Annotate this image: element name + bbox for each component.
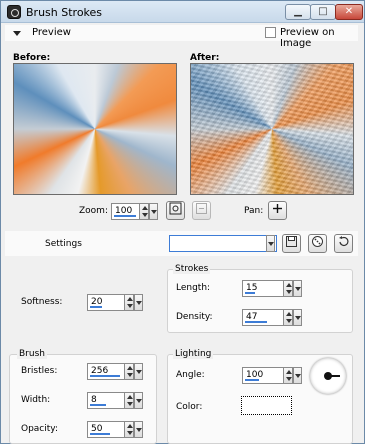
density-spin-arrows[interactable]: [283, 309, 293, 326]
density-label: Density:: [176, 312, 213, 322]
strokes-group-label: Strokes: [173, 264, 211, 274]
collapse-triangle-icon[interactable]: [13, 31, 21, 36]
angle-dial[interactable]: [310, 358, 346, 394]
settings-row: Settings: [5, 231, 358, 256]
angle-dropdown-arrow[interactable]: [293, 367, 302, 384]
opacity-slider-bar[interactable]: [90, 433, 110, 435]
settings-label: Settings: [45, 239, 82, 249]
width-label: Width:: [21, 395, 51, 405]
width-dropdown-arrow[interactable]: [134, 392, 143, 409]
zoom-dropdown-arrow[interactable]: [149, 203, 158, 220]
width-spin-arrows[interactable]: [124, 392, 134, 409]
before-preview-image[interactable]: [13, 63, 177, 195]
actual-size-button[interactable]: [192, 201, 211, 220]
opacity-input[interactable]: 50: [87, 421, 134, 438]
bristles-input[interactable]: 256: [87, 363, 134, 380]
softness-slider-bar[interactable]: [90, 306, 102, 308]
opacity-label: Opacity:: [21, 424, 58, 434]
title-bar: Brush Strokes ▁ □ ✕: [1, 1, 364, 23]
length-label: Length:: [176, 283, 211, 293]
zoom-to-fit-button[interactable]: [166, 201, 185, 220]
pan-label: Pan:: [244, 206, 264, 216]
length-input[interactable]: 15: [242, 280, 293, 297]
width-slider-bar[interactable]: [90, 404, 106, 406]
actual-size-icon: [196, 203, 207, 214]
width-input[interactable]: 8: [87, 392, 134, 409]
softness-spin-arrows[interactable]: [124, 294, 134, 311]
bristles-dropdown-arrow[interactable]: [134, 363, 143, 380]
softness-dropdown-arrow[interactable]: [134, 294, 143, 311]
minimize-button[interactable]: ▁: [285, 4, 311, 20]
zoom-label: Zoom:: [79, 206, 108, 216]
bristles-label: Bristles:: [21, 366, 58, 376]
length-dropdown-arrow[interactable]: [293, 280, 302, 297]
reset-icon: [339, 236, 349, 247]
angle-input[interactable]: 100: [242, 367, 293, 384]
lighting-group-label: Lighting: [173, 349, 214, 359]
window-title: Brush Strokes: [26, 6, 103, 19]
brush-strokes-dialog: Brush Strokes ▁ □ ✕ Preview Preview on I…: [0, 0, 365, 444]
zoom-spin-arrows[interactable]: [139, 203, 149, 220]
zoom-slider-bar[interactable]: [114, 215, 136, 217]
preview-header: Preview Preview on Image: [5, 25, 358, 49]
angle-label: Angle:: [176, 370, 205, 380]
brush-group-label: Brush: [17, 349, 47, 359]
density-dropdown-arrow[interactable]: [293, 309, 302, 326]
camera-app-icon: [7, 5, 21, 19]
randomize-button[interactable]: [308, 234, 327, 253]
lighting-color-swatch[interactable]: [241, 396, 292, 415]
dice-icon: [312, 236, 323, 247]
opacity-spin-arrows[interactable]: [124, 421, 134, 438]
angle-spin-arrows[interactable]: [283, 367, 293, 384]
preview-on-image-label[interactable]: Preview on Image: [280, 27, 358, 49]
color-label: Color:: [176, 402, 203, 412]
preview-toggle-label[interactable]: Preview: [32, 27, 71, 38]
length-spin-arrows[interactable]: [283, 280, 293, 297]
bristles-slider-bar[interactable]: [90, 375, 120, 377]
angle-slider-bar[interactable]: [245, 379, 259, 381]
after-label: After:: [190, 53, 220, 63]
preset-dropdown-arrow[interactable]: [266, 235, 275, 252]
save-icon: [286, 236, 297, 247]
angle-dial-knob: [324, 372, 332, 380]
bristles-spin-arrows[interactable]: [124, 363, 134, 380]
length-slider-bar[interactable]: [245, 292, 255, 294]
density-slider-bar[interactable]: [245, 321, 267, 323]
opacity-dropdown-arrow[interactable]: [134, 421, 143, 438]
preset-combobox[interactable]: [169, 235, 277, 252]
softness-label: Softness:: [21, 297, 63, 307]
move-crosshair-icon: [273, 204, 282, 213]
preview-on-image-checkbox[interactable]: [265, 27, 276, 38]
zoom-input[interactable]: 100: [111, 203, 149, 220]
after-preview-image[interactable]: [190, 63, 354, 195]
zoom-to-fit-icon: [169, 202, 182, 215]
maximize-button[interactable]: □: [310, 4, 336, 20]
close-button[interactable]: ✕: [335, 4, 363, 20]
before-label: Before:: [13, 53, 51, 63]
softness-input[interactable]: 20: [87, 294, 134, 311]
pan-button[interactable]: [268, 201, 287, 220]
save-preset-button[interactable]: [282, 234, 301, 253]
density-input[interactable]: 47: [242, 309, 293, 326]
reset-button[interactable]: [334, 234, 353, 253]
